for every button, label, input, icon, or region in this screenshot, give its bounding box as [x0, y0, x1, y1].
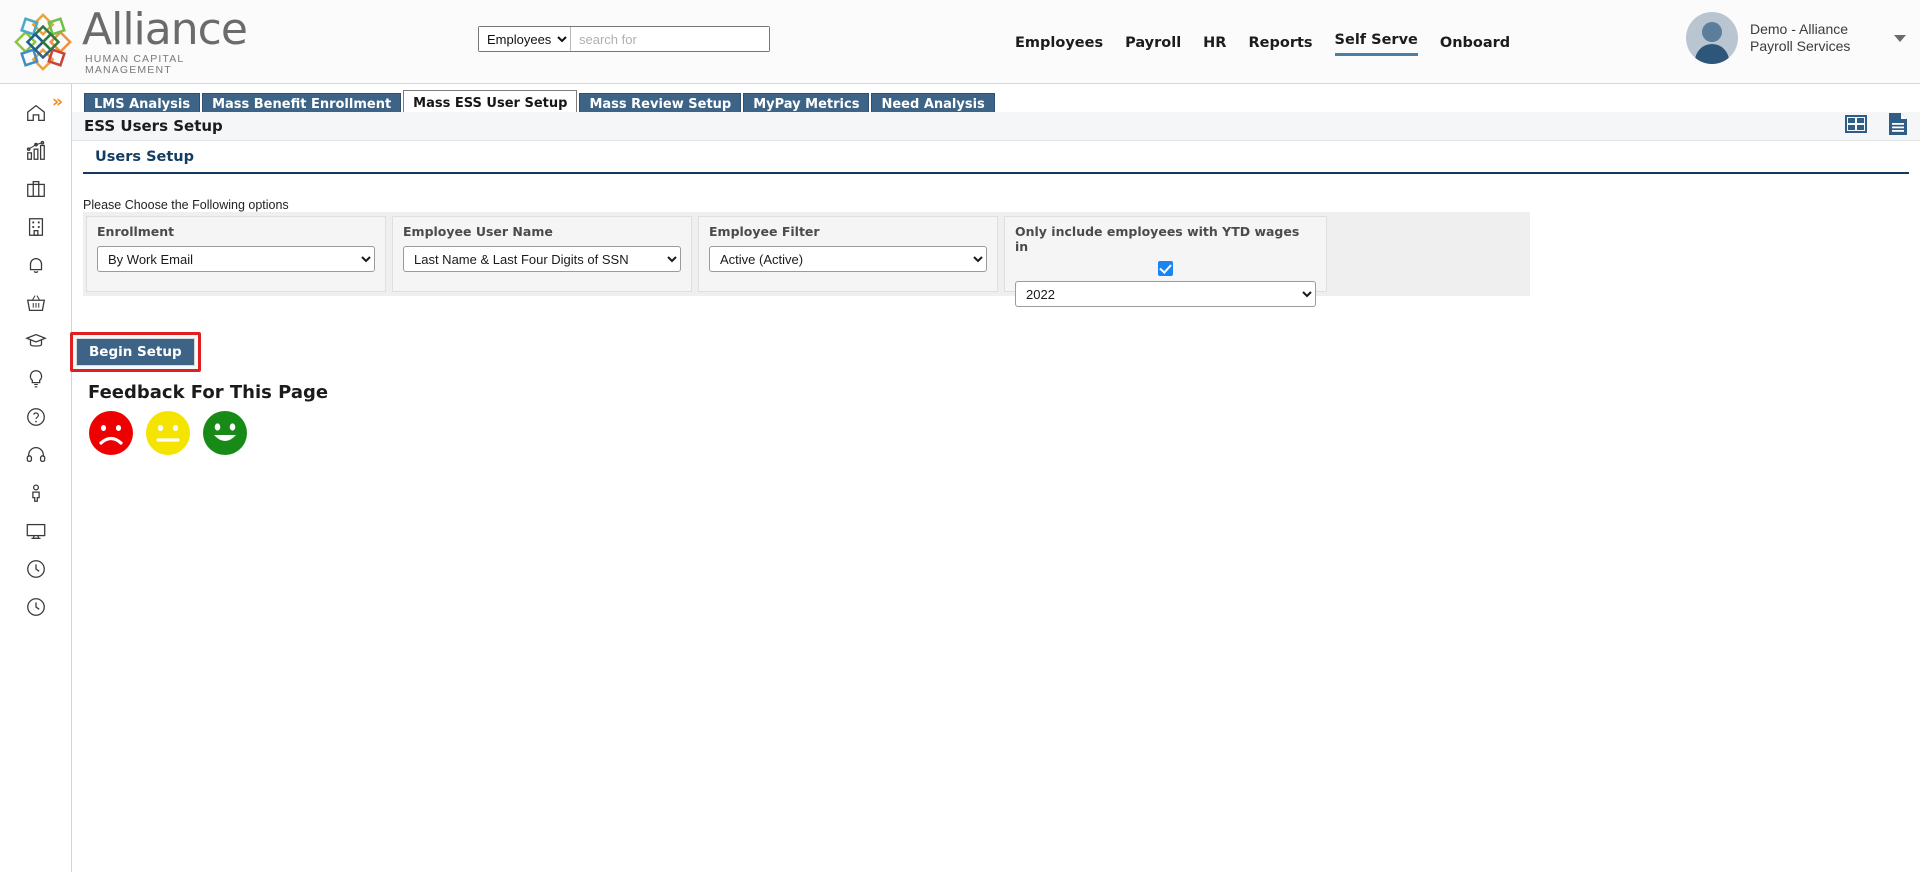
ytd-wages-checkbox[interactable]: [1158, 261, 1173, 276]
sidebar-item-profile[interactable]: [0, 474, 72, 512]
question-circle-icon: [27, 408, 45, 426]
person-icon: [32, 484, 40, 502]
filter-employee-user-name-label: Employee User Name: [403, 224, 553, 239]
brand-tagline: HUMAN CAPITAL MANAGEMENT: [85, 53, 184, 76]
nav-item-reports[interactable]: Reports: [1248, 35, 1312, 56]
basket-icon: [26, 295, 46, 311]
nav-item-self-serve[interactable]: Self Serve: [1334, 32, 1418, 56]
user-avatar-icon: [1686, 12, 1738, 64]
document-report-icon[interactable]: [1886, 111, 1910, 137]
sidebar-item-company[interactable]: [0, 208, 72, 246]
home-icon: [27, 104, 45, 121]
filter-enrollment-label: Enrollment: [97, 224, 175, 239]
sidebar-item-home[interactable]: [0, 94, 72, 132]
sidebar-item-notifications[interactable]: [0, 246, 72, 284]
main-navigation: Employees Payroll HR Reports Self Serve …: [1015, 24, 1510, 56]
panel-divider: [83, 172, 1909, 174]
instruction-label: Please Choose the Following options: [83, 198, 289, 212]
alliance-star-logo-icon: [14, 12, 72, 71]
ytd-year-select[interactable]: 2022: [1015, 281, 1316, 307]
brand-logo[interactable]: Alliance HUMAN CAPITAL MANAGEMENT: [12, 8, 272, 75]
brand-name: Alliance: [82, 4, 248, 55]
chevron-down-icon[interactable]: [1894, 34, 1906, 42]
nav-item-onboard[interactable]: Onboard: [1440, 35, 1510, 56]
ytd-checkbox-row: [1015, 261, 1316, 276]
nav-item-payroll[interactable]: Payroll: [1125, 35, 1181, 56]
sad-face-icon[interactable]: [88, 410, 134, 456]
page-header-actions: [1844, 111, 1910, 137]
filter-enrollment-select[interactable]: By Work Email: [97, 246, 375, 272]
begin-setup-highlight: Begin Setup: [70, 332, 201, 372]
briefcase-icon: [27, 181, 45, 197]
filter-ytd-wages: Only include employees with YTD wages in…: [1004, 216, 1327, 307]
top-header-bar: Alliance HUMAN CAPITAL MANAGEMENT Employ…: [0, 0, 1920, 84]
begin-setup-button[interactable]: Begin Setup: [76, 338, 195, 366]
sidebar-item-briefcase[interactable]: [0, 170, 72, 208]
nav-item-hr[interactable]: HR: [1203, 35, 1226, 56]
sidebar-item-ideas[interactable]: [0, 360, 72, 398]
double-chevron-right-icon[interactable]: »: [52, 92, 63, 112]
clock-icon: [27, 598, 45, 616]
left-sidebar: »: [0, 84, 72, 872]
feedback-options: [88, 410, 248, 456]
filter-employee-user-name-select[interactable]: Last Name & Last Four Digits of SSN: [403, 246, 681, 272]
grid-table-icon[interactable]: [1844, 112, 1868, 136]
filter-enrollment: Enrollment By Work Email: [86, 216, 386, 292]
filter-ytd-wages-label: Only include employees with YTD wages in: [1015, 224, 1300, 254]
page-title: ESS Users Setup: [84, 117, 223, 135]
sidebar-item-help[interactable]: [0, 398, 72, 436]
neutral-face-icon[interactable]: [145, 410, 191, 456]
panel-title: Users Setup: [95, 149, 194, 165]
user-name-label: Demo - Alliance Payroll Services: [1750, 21, 1851, 54]
building-icon: [28, 218, 44, 236]
nav-item-employees[interactable]: Employees: [1015, 35, 1103, 56]
user-menu[interactable]: Demo - Alliance Payroll Services: [1686, 12, 1906, 64]
lightbulb-icon: [29, 370, 43, 388]
sidebar-item-time[interactable]: [0, 550, 72, 588]
monitor-icon: [26, 523, 46, 539]
filter-employee-filter: Employee Filter Active (Active): [698, 216, 998, 292]
chart-icon: [26, 140, 45, 160]
sidebar-item-basket[interactable]: [0, 284, 72, 322]
clock-icon: [27, 560, 45, 578]
filter-options-bar: Enrollment By Work Email Employee User N…: [83, 212, 1530, 307]
sidebar-item-learning[interactable]: [0, 322, 72, 360]
filter-employee-filter-select[interactable]: Active (Active): [709, 246, 987, 272]
search-input[interactable]: [571, 27, 769, 51]
filter-employee-user-name: Employee User Name Last Name & Last Four…: [392, 216, 692, 292]
users-setup-panel: Users Setup: [83, 141, 1909, 177]
sidebar-item-analytics[interactable]: [0, 132, 72, 170]
graduation-cap-icon: [25, 333, 47, 347]
filter-employee-filter-label: Employee Filter: [709, 224, 820, 239]
main-content: LMS Analysis Mass Benefit Enrollment Mas…: [72, 84, 1920, 872]
sidebar-item-history[interactable]: [0, 588, 72, 626]
feedback-title: Feedback For This Page: [88, 382, 329, 403]
happy-face-icon[interactable]: [202, 410, 248, 456]
sidebar-item-support[interactable]: [0, 436, 72, 474]
global-search: Employees: [478, 26, 770, 52]
page-header: ESS Users Setup: [72, 112, 1920, 141]
sidebar-item-desktop[interactable]: [0, 512, 72, 550]
bell-icon: [29, 258, 43, 274]
headset-icon: [26, 447, 46, 463]
search-scope-select[interactable]: Employees: [479, 27, 571, 51]
